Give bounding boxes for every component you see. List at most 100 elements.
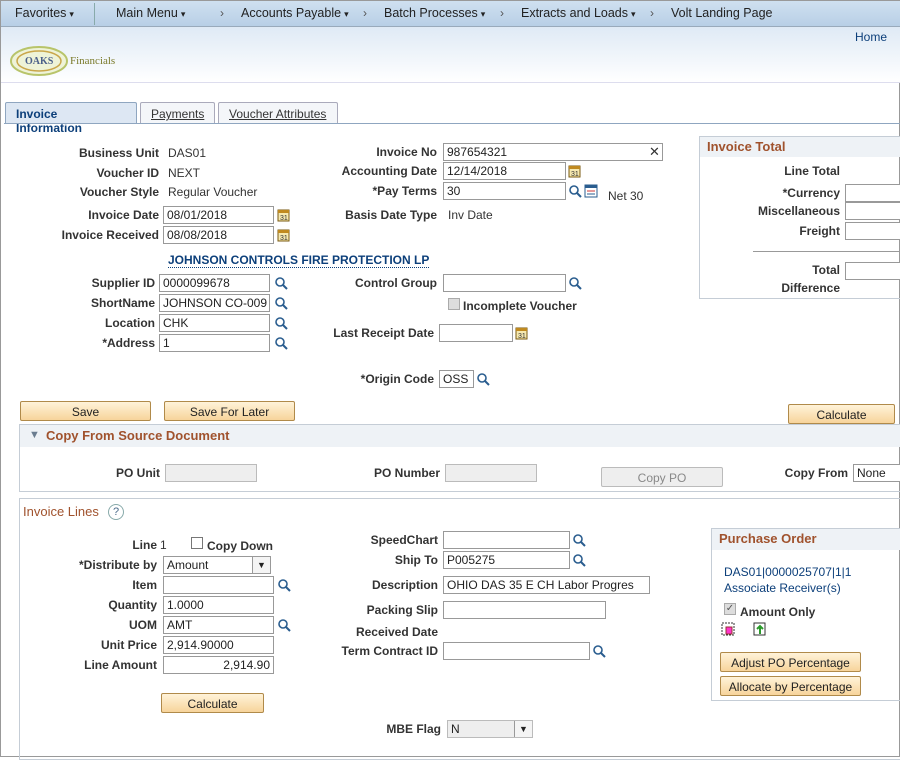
total-divider (753, 251, 900, 252)
associate-receivers-link[interactable]: Associate Receiver(s) (724, 581, 841, 595)
amount-only-label: Amount Only (740, 605, 816, 619)
control-group-input[interactable] (443, 274, 566, 292)
po-number-input[interactable] (445, 464, 537, 482)
copy-from-select[interactable]: None (853, 464, 900, 482)
calculate-lines-button[interactable]: Calculate (161, 693, 264, 713)
search-icon[interactable] (274, 316, 288, 330)
chevron-down-icon: ▾ (69, 9, 74, 19)
currency-input[interactable] (845, 184, 900, 202)
favorites-menu[interactable]: Favorites ▾ (15, 6, 74, 20)
invoice-no-label: Invoice No (376, 145, 437, 159)
nav-extracts-and-loads[interactable]: Extracts and Loads ▾ (521, 6, 636, 20)
freight-label: Freight (799, 224, 840, 238)
quantity-input[interactable]: 1.0000 (163, 596, 274, 614)
copy-down-checkbox[interactable] (191, 537, 203, 549)
save-for-later-button[interactable]: Save For Later (164, 401, 295, 421)
shortname-input[interactable]: JOHNSON CO-009 (159, 294, 270, 312)
tabs-underline (4, 123, 900, 124)
amount-only-checkbox[interactable]: ✓ (724, 603, 736, 615)
invoice-date-input[interactable]: 08/01/2018 (163, 206, 274, 224)
search-icon[interactable] (277, 578, 291, 592)
incomplete-voucher-checkbox[interactable] (448, 298, 460, 310)
line-amount-input[interactable]: 2,914.90 (163, 656, 274, 674)
logo-oaks-text: OAKS (25, 56, 54, 67)
term-contract-label: Term Contract ID (341, 644, 438, 658)
item-input[interactable] (163, 576, 274, 594)
help-icon[interactable]: ? (108, 504, 124, 520)
search-icon[interactable] (274, 296, 288, 310)
pay-terms-detail-icon[interactable] (584, 184, 598, 198)
adjust-po-percentage-button[interactable]: Adjust PO Percentage (720, 652, 861, 672)
nav-volt-landing-page[interactable]: Volt Landing Page (671, 6, 772, 20)
search-icon[interactable] (476, 372, 490, 386)
main-menu[interactable]: Main Menu ▾ (116, 6, 185, 20)
po-reference-link[interactable]: DAS01|0000025707|1|1 (724, 565, 851, 579)
search-icon[interactable] (572, 533, 586, 547)
basis-date-type-label: Basis Date Type (345, 208, 437, 222)
search-icon[interactable] (274, 336, 288, 350)
invoice-no-input[interactable]: 987654321 (443, 143, 663, 161)
tab-voucher-attributes[interactable]: Voucher Attributes (218, 102, 338, 124)
calendar-icon[interactable]: 31 (568, 164, 582, 178)
miscellaneous-input[interactable] (845, 202, 900, 220)
po-unit-label: PO Unit (116, 466, 160, 480)
clear-icon[interactable]: ✕ (649, 144, 660, 160)
copy-po-button[interactable]: Copy PO (601, 467, 723, 487)
pay-terms-description: Net 30 (608, 189, 644, 203)
invoice-lines-title: Invoice Lines (23, 504, 99, 519)
calendar-icon[interactable]: 31 (277, 208, 291, 222)
home-link[interactable]: Home (855, 30, 887, 44)
item-label: Item (132, 578, 157, 592)
invoice-received-input[interactable]: 08/08/2018 (163, 226, 274, 244)
po-unit-input[interactable] (165, 464, 257, 482)
description-label: Description (371, 578, 438, 592)
nav-batch-processes[interactable]: Batch Processes ▾ (384, 6, 485, 20)
pay-terms-input[interactable]: 30 (443, 182, 566, 200)
logo-financials-text: Financials (70, 55, 115, 67)
allocate-by-percentage-button[interactable]: Allocate by Percentage (720, 676, 861, 696)
last-receipt-date-input[interactable] (439, 324, 513, 342)
collapse-triangle-icon[interactable]: ▼ (29, 429, 40, 441)
calendar-icon[interactable]: 31 (515, 326, 529, 340)
tab-payments[interactable]: Payments (140, 102, 215, 124)
invoice-date-label: Invoice Date (88, 208, 159, 222)
description-input[interactable]: OHIO DAS 35 E CH Labor Progres (443, 576, 650, 594)
speedchart-input[interactable] (443, 531, 570, 549)
calendar-icon[interactable]: 31 (277, 228, 291, 242)
accounting-date-input[interactable]: 12/14/2018 (443, 162, 566, 180)
search-icon[interactable] (572, 553, 586, 567)
save-button[interactable]: Save (20, 401, 151, 421)
supplier-name-link[interactable]: JOHNSON CONTROLS FIRE PROTECTION LP (168, 253, 430, 268)
search-icon[interactable] (277, 618, 291, 632)
origin-code-input[interactable]: OSS (439, 370, 474, 388)
location-input[interactable]: CHK (159, 314, 270, 332)
packing-slip-input[interactable] (443, 601, 606, 619)
search-icon[interactable] (274, 276, 288, 290)
search-icon[interactable] (568, 184, 582, 198)
distribute-by-select[interactable]: Amount ▼ (163, 556, 271, 574)
mbe-flag-select[interactable]: N ▼ (447, 720, 533, 738)
chevron-down-icon: ▼ (514, 721, 532, 737)
tab-invoice-information[interactable]: Invoice Information (5, 102, 137, 135)
search-icon[interactable] (592, 644, 606, 658)
unit-price-input[interactable]: 2,914.90000 (163, 636, 274, 654)
term-contract-input[interactable] (443, 642, 590, 660)
chevron-down-icon: ▼ (252, 557, 270, 573)
total-input[interactable] (845, 262, 900, 280)
supplier-id-input[interactable]: 0000099678 (159, 274, 270, 292)
ship-to-input[interactable]: P005275 (443, 551, 570, 569)
chevron-down-icon: ▾ (344, 9, 349, 19)
uom-input[interactable]: AMT (163, 616, 274, 634)
export-icon[interactable] (753, 622, 767, 636)
search-icon[interactable] (568, 276, 582, 290)
line-value: 1 (160, 538, 167, 552)
nav-accounts-payable[interactable]: Accounts Payable ▾ (241, 6, 349, 20)
control-group-label: Control Group (355, 276, 437, 290)
view-document-icon[interactable] (721, 622, 735, 636)
miscellaneous-label: Miscellaneous (757, 204, 840, 218)
calculate-button[interactable]: Calculate (788, 404, 895, 424)
address-input[interactable]: 1 (159, 334, 270, 352)
voucher-id-value: NEXT (168, 166, 201, 180)
unit-price-label: Unit Price (100, 638, 157, 652)
freight-input[interactable] (845, 222, 900, 240)
